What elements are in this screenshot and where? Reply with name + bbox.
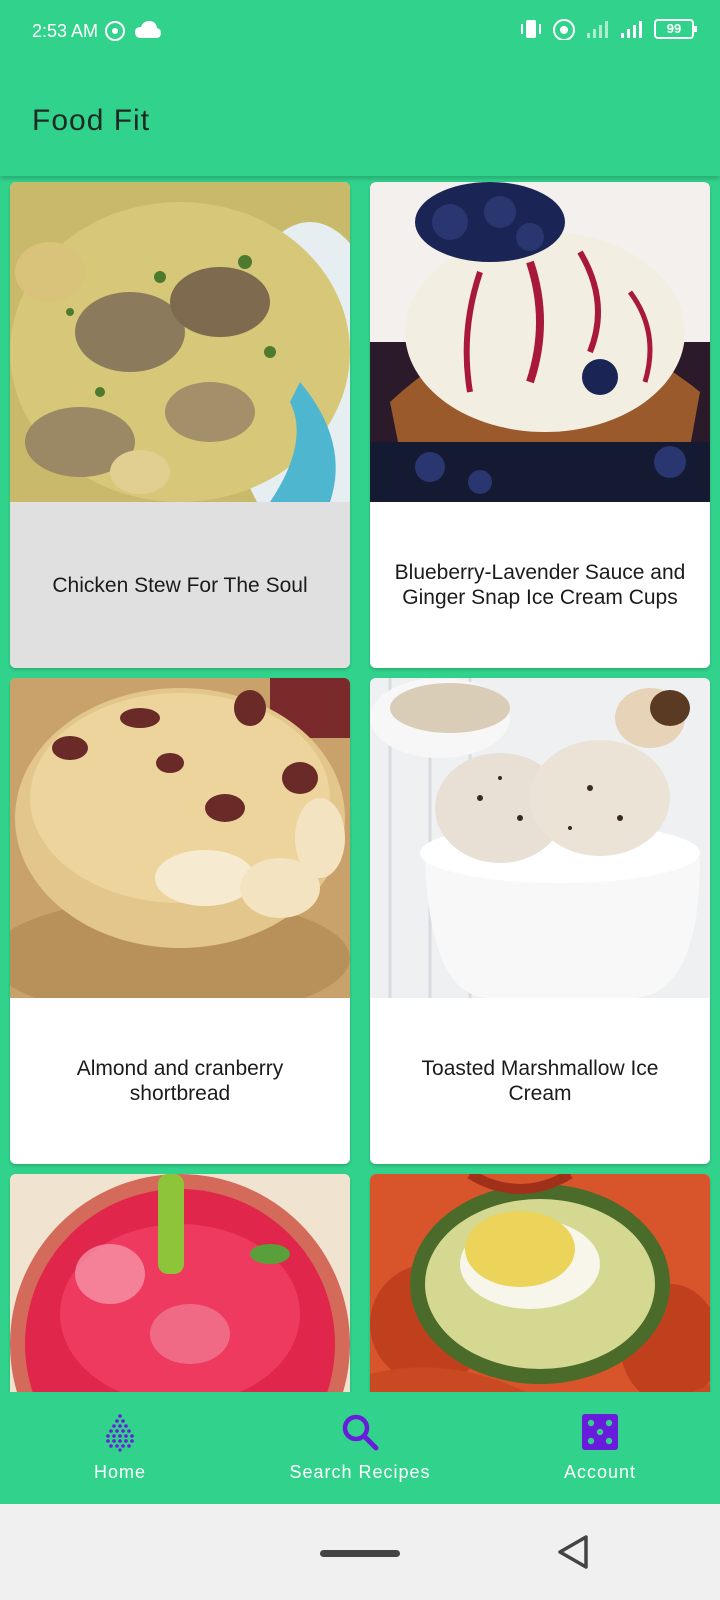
status-time: 2:53 AM — [32, 21, 99, 41]
recipe-title: Blueberry-Lavender Sauce and Ginger Snap… — [394, 561, 686, 609]
dice-icon — [582, 1414, 618, 1450]
marshmallow-ice-cream-image — [370, 678, 710, 998]
nav-search-label: Search Recipes — [289, 1462, 431, 1482]
home-icon — [106, 1414, 134, 1452]
recipe-card[interactable]: Blueberry-Lavender Sauce and Ginger Snap… — [370, 182, 710, 668]
deviled-egg-avocado-image — [370, 1174, 710, 1392]
recipe-card[interactable]: Almond and cranberry shortbread — [10, 678, 350, 1164]
vibrate-icon — [521, 20, 541, 38]
recipe-card[interactable]: Chicken Stew For The Soul — [10, 182, 350, 668]
chicken-stew-image — [10, 182, 350, 502]
recipe-title: Toasted Marshmallow Ice Cream — [421, 1057, 659, 1105]
status-bar: 2:53 AM 99 — [0, 0, 720, 64]
back-icon[interactable] — [556, 1534, 590, 1570]
app-bar: Food Fit — [0, 64, 720, 176]
signal-icon — [587, 21, 608, 38]
hotspot-icon — [105, 21, 125, 41]
nav-search-recipes[interactable]: Search Recipes — [240, 1392, 480, 1504]
recipe-title: Almond and cranberry shortbread — [76, 1057, 284, 1105]
battery-icon: 99 — [654, 19, 697, 39]
pink-drink-image — [10, 1174, 350, 1392]
system-nav-bar — [0, 1504, 720, 1600]
search-icon — [342, 1414, 379, 1451]
home-gesture-pill[interactable] — [320, 1550, 400, 1557]
ice-cream-cup-image — [370, 182, 710, 502]
nav-home[interactable]: Home — [0, 1392, 240, 1504]
recipe-card[interactable] — [10, 1174, 350, 1392]
nav-home-label: Home — [93, 1462, 146, 1482]
wifi-icon — [553, 19, 575, 40]
nav-account[interactable]: Account — [480, 1392, 720, 1504]
recipe-grid[interactable]: Chicken Stew For The Soul Blueberry-Lave… — [0, 176, 720, 1392]
recipe-card[interactable] — [370, 1174, 710, 1392]
recipe-title: Chicken Stew For The Soul — [52, 573, 308, 597]
nav-account-label: Account — [563, 1462, 637, 1482]
cloud-icon — [135, 21, 161, 38]
shortbread-image — [10, 678, 350, 998]
bottom-nav: Home Search Recipes Account — [0, 1392, 720, 1504]
signal-icon-2 — [621, 21, 642, 38]
app-title: Food Fit — [32, 104, 151, 137]
recipe-card[interactable]: Toasted Marshmallow Ice Cream — [370, 678, 710, 1164]
